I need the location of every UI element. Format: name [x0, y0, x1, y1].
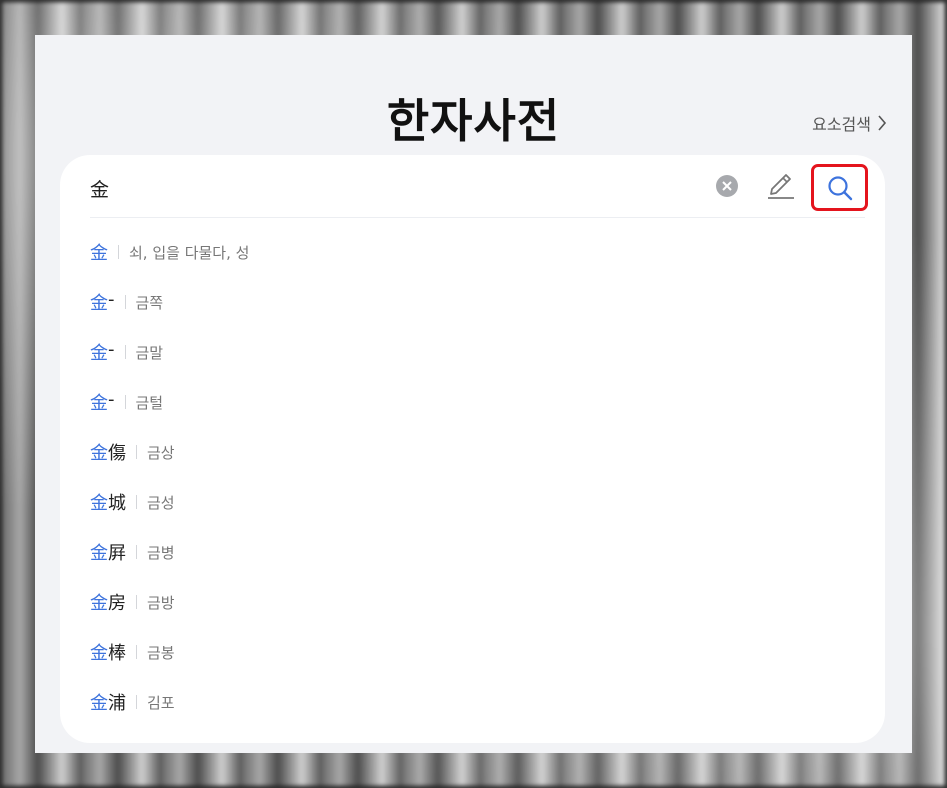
page-title: 한자사전 [386, 94, 561, 148]
divider [136, 445, 137, 459]
suggestion-rest: 城 [108, 493, 126, 514]
suggestion-hanja: 金- [90, 289, 115, 315]
clear-button[interactable] [716, 175, 738, 197]
suggestion-rest: 浦 [108, 693, 126, 714]
suggestion-meaning: 금털 [135, 393, 164, 412]
suggestion-list: 金 쇠, 입을 다물다, 성 金 - 금쪽 金 - 금말 金 - 금털 金傷 금상 金城 금성 金屛 금병 金房 금… [90, 227, 850, 727]
suggestion-item[interactable]: 金棒 금봉 [90, 627, 850, 677]
suggestion-highlight: 金 [90, 293, 108, 314]
divider [118, 245, 119, 259]
handwriting-button[interactable] [766, 172, 796, 200]
search-bar [90, 155, 868, 218]
suggestion-item[interactable]: 金浦 김포 [90, 677, 850, 727]
suggestion-meaning: 금방 [147, 593, 175, 612]
divider [136, 595, 137, 609]
suggestion-highlight: 金 [90, 443, 108, 464]
suggestion-item[interactable]: 金 - 금쪽 [90, 277, 850, 327]
suggestion-highlight: 金 [90, 693, 108, 714]
suggestion-hanja: 金- [90, 339, 115, 365]
suggestion-meaning: 금말 [135, 343, 164, 362]
suggestion-meaning: 김포 [147, 693, 175, 712]
suggestion-highlight: 金 [90, 343, 108, 364]
suggestion-highlight: 金 [90, 493, 108, 514]
search-icon [827, 175, 852, 200]
suggestion-highlight: 金 [90, 593, 108, 614]
suggestion-highlight: 金 [90, 243, 108, 264]
suggestion-rest: - [108, 289, 115, 310]
suggestion-rest: 棒 [108, 643, 126, 664]
dictionary-panel: 한자사전 요소검색 金 金 쇠, 입을 다물다, 성 金 - 금쪽 金 - 금말… [35, 35, 912, 753]
suggestion-item[interactable]: 金 쇠, 입을 다물다, 성 [90, 227, 850, 277]
chevron-right-icon [878, 115, 887, 131]
suggestion-item[interactable]: 金 - 금털 [90, 377, 850, 427]
clear-icon [722, 181, 732, 191]
suggestion-meaning: 금성 [147, 493, 175, 512]
suggestion-hanja: 金棒 [90, 639, 126, 665]
pen-icon [768, 174, 794, 199]
suggestion-hanja: 金傷 [90, 439, 126, 465]
search-input[interactable] [90, 173, 690, 203]
suggestion-hanja: 金 [90, 239, 108, 265]
element-search-label: 요소검색 [812, 115, 871, 134]
divider [124, 295, 126, 309]
suggestion-meaning: 금봉 [147, 643, 175, 662]
divider [136, 495, 137, 509]
element-search-link[interactable]: 요소검색 [812, 111, 887, 135]
suggestion-meaning: 금쪽 [135, 293, 164, 312]
suggestion-item[interactable]: 金傷 금상 [90, 427, 850, 477]
suggestion-item[interactable]: 金 - 금말 [90, 327, 850, 377]
search-button[interactable] [811, 164, 868, 211]
suggestion-hanja: 金屛 [90, 539, 126, 565]
suggestion-hanja: 金浦 [90, 689, 126, 715]
suggestion-hanja: 金城 [90, 489, 126, 515]
divider [136, 695, 137, 709]
suggestion-highlight: 金 [90, 643, 108, 664]
suggestion-item[interactable]: 金屛 금병 [90, 527, 850, 577]
suggestion-hanja: 金房 [90, 589, 126, 615]
suggestion-rest: - [108, 389, 115, 410]
suggestion-rest: - [108, 339, 115, 360]
search-card: 金쇠, 입을 다물다, 성金-금쪽金-금말金-금털金傷금상金城금성金屛금병金房금… [60, 155, 885, 743]
suggestion-meaning: 금병 [147, 543, 175, 562]
suggestion-meaning: 금상 [147, 443, 175, 462]
divider [124, 395, 126, 409]
suggestion-rest: 傷 [108, 443, 126, 464]
suggestion-highlight: 金 [90, 543, 108, 564]
suggestion-rest: 房 [108, 593, 126, 614]
suggestion-item[interactable]: 金房 금방 [90, 577, 850, 627]
suggestion-rest: 屛 [108, 543, 126, 564]
divider [124, 345, 126, 359]
suggestion-meaning: 쇠, 입을 다물다, 성 [129, 243, 250, 262]
suggestion-item[interactable]: 金城 금성 [90, 477, 850, 527]
divider [136, 545, 137, 559]
divider [136, 645, 137, 659]
suggestion-hanja: 金- [90, 389, 115, 415]
suggestion-highlight: 金 [90, 393, 108, 414]
